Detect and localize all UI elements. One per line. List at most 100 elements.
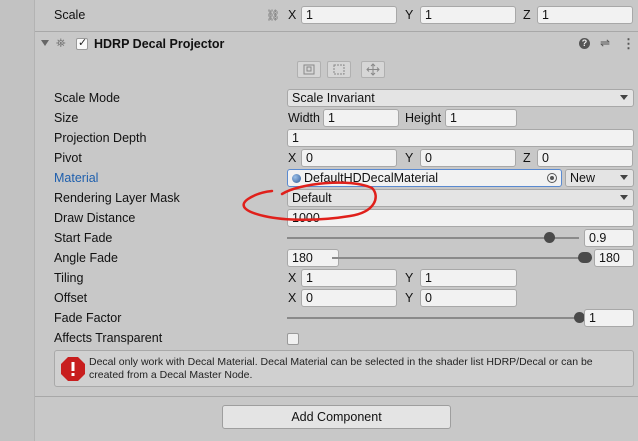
- pivot-y-axis: Y: [405, 151, 414, 165]
- draw-distance-row: Draw Distance 1000: [35, 209, 638, 229]
- divider: [35, 396, 638, 397]
- material-sphere-icon: [292, 174, 301, 183]
- scale-x-field[interactable]: 1: [301, 6, 397, 24]
- foldout-arrow-icon[interactable]: [41, 40, 49, 46]
- start-fade-label: Start Fade: [54, 231, 113, 245]
- divider: [35, 31, 638, 32]
- tiling-y-axis: Y: [405, 271, 414, 285]
- scale-row: Scale ⛓ X 1 Y 1 Z 1: [35, 6, 638, 26]
- inspector-panel: Scale ⛓ X 1 Y 1 Z 1 ⛯ ✓ HDRP Decal Proje…: [35, 0, 638, 441]
- angle-fade-max-field[interactable]: 180: [594, 249, 634, 267]
- material-row: Material DefaultHDDecalMaterial New: [35, 169, 638, 189]
- offset-x-field[interactable]: 0: [301, 289, 397, 307]
- move-pivot-icon: [366, 63, 380, 76]
- offset-label: Offset: [54, 291, 88, 305]
- start-fade-row: Start Fade 0.9: [35, 229, 638, 249]
- dropdown-arrow-icon: [620, 95, 628, 100]
- rendering-layer-mask-row: Rendering Layer Mask Default: [35, 189, 638, 209]
- draw-distance-label: Draw Distance: [54, 211, 136, 225]
- height-field[interactable]: 1: [445, 109, 517, 127]
- decal-component-icon: ⛯: [56, 36, 66, 50]
- fade-factor-slider-track[interactable]: [287, 317, 579, 319]
- material-object-field[interactable]: DefaultHDDecalMaterial: [287, 169, 562, 187]
- error-icon: [61, 357, 85, 381]
- edit-bounds-button[interactable]: [327, 61, 351, 78]
- component-header[interactable]: ⛯ ✓ HDRP Decal Projector ? ⇌ ⋮: [35, 35, 638, 55]
- height-label: Height: [405, 111, 442, 125]
- scale-mode-row: Scale Mode Scale Invariant: [35, 89, 638, 109]
- start-fade-field[interactable]: 0.9: [584, 229, 634, 247]
- pivot-z-field[interactable]: 0: [537, 149, 633, 167]
- rendering-layer-mask-dropdown[interactable]: Default: [287, 189, 634, 207]
- pivot-y-field[interactable]: 0: [420, 149, 516, 167]
- fade-factor-row: Fade Factor 1: [35, 309, 638, 329]
- tiling-x-axis: X: [288, 271, 297, 285]
- fade-factor-slider-handle[interactable]: [573, 312, 585, 323]
- scale-mode-value: Scale Invariant: [292, 91, 375, 105]
- tiling-label: Tiling: [54, 271, 84, 285]
- affects-transparent-row: Affects Transparent: [35, 329, 638, 349]
- new-material-label: New: [570, 171, 596, 185]
- angle-fade-range-handle[interactable]: [578, 252, 592, 263]
- affects-transparent-label: Affects Transparent: [54, 331, 163, 345]
- angle-fade-range-track[interactable]: [332, 257, 588, 259]
- help-message: Decal only work with Decal Material. Dec…: [89, 356, 593, 381]
- scale-mode-label: Scale Mode: [54, 91, 121, 105]
- help-icon[interactable]: ?: [579, 38, 590, 49]
- scale-z-axis: Z: [523, 8, 531, 22]
- pivot-x-axis: X: [288, 151, 297, 165]
- projection-depth-label: Projection Depth: [54, 131, 147, 145]
- scale-mode-dropdown[interactable]: Scale Invariant: [287, 89, 634, 107]
- new-material-dropdown[interactable]: New: [565, 169, 634, 187]
- material-label: Material: [54, 171, 99, 185]
- pivot-label: Pivot: [54, 151, 82, 165]
- tiling-x-field[interactable]: 1: [301, 269, 397, 287]
- scale-y-field[interactable]: 1: [420, 6, 516, 24]
- offset-y-field[interactable]: 0: [420, 289, 517, 307]
- component-title: HDRP Decal Projector: [94, 37, 225, 51]
- more-options-icon[interactable]: ⋮: [622, 36, 635, 52]
- dropdown-arrow-icon: [620, 195, 628, 200]
- start-fade-slider-handle[interactable]: [544, 232, 556, 243]
- width-label: Width: [288, 111, 320, 125]
- size-label: Size: [54, 111, 79, 125]
- pivot-z-axis: Z: [523, 151, 531, 165]
- projection-depth-field[interactable]: 1: [287, 129, 634, 147]
- rendering-layer-mask-label: Rendering Layer Mask: [54, 191, 180, 205]
- start-fade-slider-track[interactable]: [287, 237, 579, 239]
- offset-row: Offset X 0 Y 0: [35, 289, 638, 309]
- link-scale-icon[interactable]: ⛓: [266, 9, 280, 22]
- dropdown-arrow-icon: [620, 175, 628, 180]
- pivot-x-field[interactable]: 0: [301, 149, 397, 167]
- projection-depth-row: Projection Depth 1: [35, 129, 638, 149]
- bounds-edit-icon: [333, 64, 345, 75]
- angle-fade-row: Angle Fade 180 180: [35, 249, 638, 269]
- affects-transparent-checkbox[interactable]: [287, 333, 299, 345]
- pivot-row: Pivot X 0 Y 0 Z 0: [35, 149, 638, 169]
- scale-x-axis: X: [288, 8, 297, 22]
- component-enabled-checkbox[interactable]: ✓: [76, 37, 88, 50]
- tiling-y-field[interactable]: 1: [420, 269, 517, 287]
- offset-y-axis: Y: [405, 291, 414, 305]
- scale-z-field[interactable]: 1: [537, 6, 633, 24]
- presets-icon[interactable]: ⇌: [600, 36, 610, 50]
- material-value: DefaultHDDecalMaterial: [304, 171, 439, 185]
- draw-distance-field[interactable]: 1000: [287, 209, 634, 227]
- object-picker-icon[interactable]: [547, 173, 557, 183]
- uv-edit-icon: [303, 64, 315, 75]
- size-row: Size Width 1 Height 1: [35, 109, 638, 129]
- angle-fade-label: Angle Fade: [54, 251, 118, 265]
- add-component-button[interactable]: Add Component: [222, 405, 451, 429]
- left-strip: [0, 0, 35, 441]
- error-help-box: Decal only work with Decal Material. Dec…: [54, 350, 634, 387]
- edit-pivot-button[interactable]: [361, 61, 385, 78]
- rendering-layer-mask-value: Default: [292, 191, 332, 205]
- fade-factor-field[interactable]: 1: [584, 309, 634, 327]
- edit-uv-button[interactable]: [297, 61, 321, 78]
- width-field[interactable]: 1: [323, 109, 399, 127]
- scale-y-axis: Y: [405, 8, 414, 22]
- fade-factor-label: Fade Factor: [54, 311, 122, 325]
- offset-x-axis: X: [288, 291, 297, 305]
- scale-label: Scale: [54, 8, 86, 22]
- tiling-row: Tiling X 1 Y 1: [35, 269, 638, 289]
